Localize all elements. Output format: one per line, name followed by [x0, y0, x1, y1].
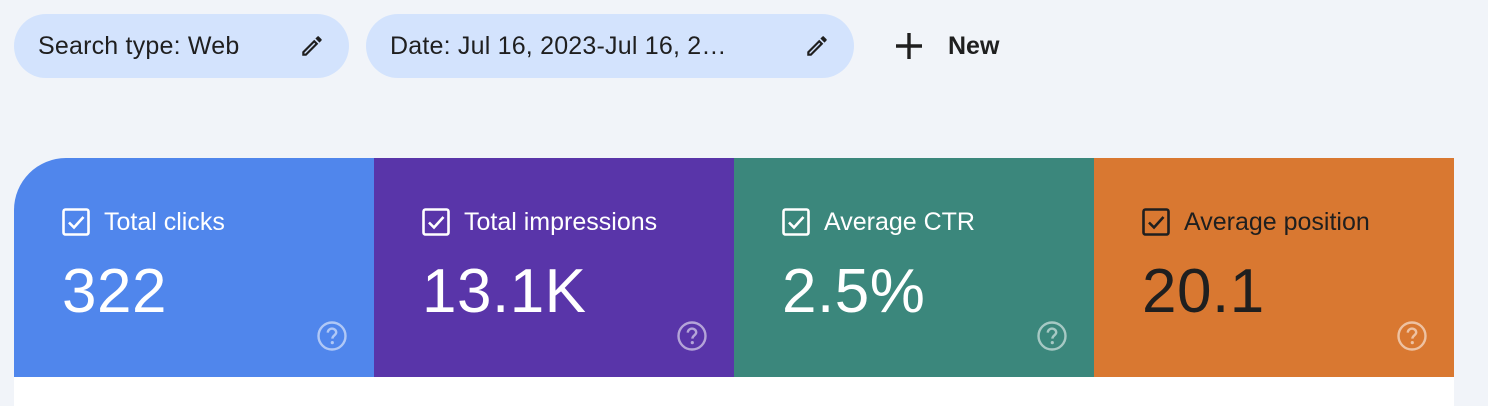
new-filter-button[interactable]: New [892, 14, 999, 78]
metric-value: 20.1 [1142, 257, 1265, 326]
metric-card-total-clicks[interactable]: Total clicks 322 [14, 158, 374, 377]
metric-value: 322 [62, 257, 167, 326]
help-icon[interactable] [676, 320, 708, 352]
metric-value: 2.5% [782, 257, 926, 326]
help-icon[interactable] [1036, 320, 1068, 352]
chip-label: Search type: Web [38, 31, 240, 60]
metric-card-header: Average position [1142, 206, 1370, 238]
checkbox-checked-icon[interactable] [782, 208, 810, 236]
metric-cards: Total clicks 322 Total impressions 13.1K [14, 158, 1454, 377]
metric-value: 13.1K [422, 257, 587, 326]
plus-icon [892, 29, 926, 63]
pencil-icon[interactable] [802, 31, 832, 61]
metric-title: Average position [1184, 207, 1370, 236]
metric-title: Total impressions [464, 207, 658, 236]
metric-card-header: Total clicks [62, 206, 225, 238]
checkbox-checked-icon[interactable] [422, 208, 450, 236]
pencil-icon[interactable] [297, 31, 327, 61]
metric-title: Average CTR [824, 207, 975, 236]
metric-card-total-impressions[interactable]: Total impressions 13.1K [374, 158, 734, 377]
content-panel [14, 377, 1454, 406]
date-filter-chip[interactable]: Date: Jul 16, 2023-Jul 16, 2… [366, 14, 854, 78]
metric-card-average-position[interactable]: Average position 20.1 [1094, 158, 1454, 377]
help-icon[interactable] [316, 320, 348, 352]
filter-bar: Search type: Web Date: Jul 16, 2023-Jul … [14, 14, 999, 78]
metric-card-header: Total impressions [422, 206, 657, 238]
metric-title: Total clicks [104, 207, 225, 236]
search-type-filter-chip[interactable]: Search type: Web [14, 14, 349, 78]
metric-card-average-ctr[interactable]: Average CTR 2.5% [734, 158, 1094, 377]
metric-card-header: Average CTR [782, 206, 975, 238]
checkbox-checked-icon[interactable] [1142, 208, 1170, 236]
checkbox-checked-icon[interactable] [62, 208, 90, 236]
new-button-label: New [948, 31, 1000, 60]
chip-label: Date: Jul 16, 2023-Jul 16, 2… [390, 31, 727, 60]
help-icon[interactable] [1396, 320, 1428, 352]
